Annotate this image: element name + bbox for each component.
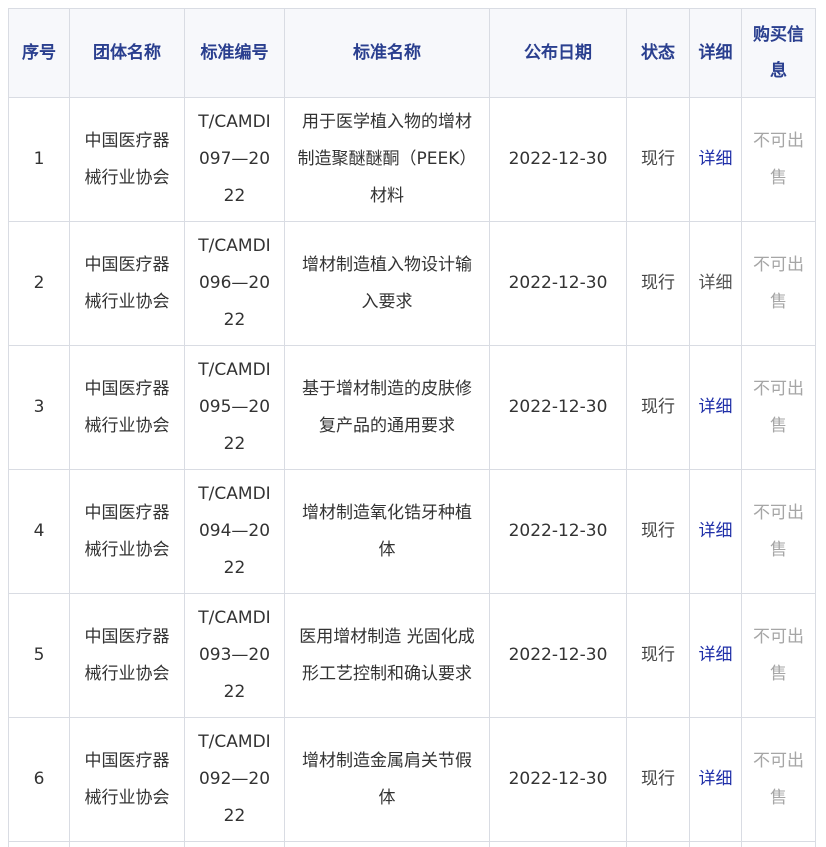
row-standard-code: T/CAMDI 097—2022 [184, 97, 285, 222]
header-index: 序号 [8, 8, 70, 98]
row-status: 现行 [626, 717, 690, 842]
header-purchase-info-label: 购买信息 [753, 25, 804, 81]
row-purchase-info-text: 不可出售 [753, 130, 804, 188]
row-purchase-info-text: 不可出售 [753, 254, 804, 312]
page: 序号 团体名称 标准编号 标准名称 公布日期 状态 详细 购买信息 1 中国医疗… [0, 0, 826, 847]
row-detail[interactable]: 详细 [689, 593, 742, 718]
row-purchase-info: 不可出售 [741, 345, 816, 470]
row-organization: 中国医疗器械行业协会 [69, 221, 185, 346]
row-standard-name: 增材制造氧化锆牙种植体 [284, 469, 490, 594]
row-standard-name-text: 基于增材制造的皮肤修复产品的通用要求 [302, 378, 472, 436]
row-publish-date: 2022-12-30 [489, 221, 627, 346]
row-index: 6 [8, 717, 70, 842]
row-status: 现行 [626, 97, 690, 222]
header-publish-date: 公布日期 [489, 8, 627, 98]
row-organization-text: 中国医疗器械行业协会 [84, 130, 170, 188]
row-organization-text: 中国医疗器械行业协会 [84, 254, 170, 312]
row-detail[interactable]: 详细 [689, 717, 742, 842]
row-standard-code: T/CAMDI 093—2022 [184, 593, 285, 718]
row-standard-name-text: 用于医学植入物的增材制造聚醚醚酮（PEEK）材料 [297, 112, 477, 206]
row-standard-name-text: 增材制造植入物设计输入要求 [302, 254, 472, 312]
row-organization: 中国医疗器械行业协会 [69, 345, 185, 470]
detail-link[interactable]: 详细 [699, 273, 733, 293]
header-detail: 详细 [689, 8, 742, 98]
row-standard-code-text: T/CAMDI 096—2022 [198, 236, 271, 330]
row-standard-code-text: T/CAMDI 092—2022 [198, 732, 271, 826]
row-organization: 中国医疗器械行业协会 [69, 717, 185, 842]
row-standard-code-text: T/CAMDI 093—2022 [198, 608, 271, 702]
row-detail[interactable]: 详细 [689, 97, 742, 222]
row-organization: 中国医疗器械行业协会 [69, 593, 185, 718]
row-standard-code-text: T/CAMDI 097—2022 [198, 112, 271, 206]
detail-link[interactable]: 详细 [699, 397, 733, 417]
row-index: 1 [8, 97, 70, 222]
row-status: 现行 [626, 345, 690, 470]
header-organization: 团体名称 [69, 8, 185, 98]
row-index: 3 [8, 345, 70, 470]
detail-link[interactable]: 详细 [699, 769, 733, 789]
detail-link[interactable]: 详细 [699, 521, 733, 541]
row-publish-date: 2022-12-30 [489, 97, 627, 222]
row-publish-date: 2022-12-30 [489, 345, 627, 470]
row-standard-code-text: T/CAMDI 094—2022 [198, 484, 271, 578]
table-row: 3 中国医疗器械行业协会 T/CAMDI 095—2022 基于增材制造的皮肤修… [8, 345, 816, 470]
row-purchase-info: 不可出售 [741, 221, 816, 346]
row-organization-text: 中国医疗器械行业协会 [84, 378, 170, 436]
table-header-row: 序号 团体名称 标准编号 标准名称 公布日期 状态 详细 购买信息 [8, 8, 816, 98]
header-standard-name: 标准名称 [284, 8, 490, 98]
row-standard-code-text: T/CAMDI 095—2022 [198, 360, 271, 454]
row-standard-code: T/CAMDI 096—2022 [184, 221, 285, 346]
standards-table: 序号 团体名称 标准编号 标准名称 公布日期 状态 详细 购买信息 1 中国医疗… [8, 8, 816, 847]
row-organization: 中国医疗器械行业协会 [69, 97, 185, 222]
table-row: 5 中国医疗器械行业协会 T/CAMDI 093—2022 医用增材制造 光固化… [8, 593, 816, 718]
row-standard-code: T/CAMDI 094—2022 [184, 469, 285, 594]
header-standard-code: 标准编号 [184, 8, 285, 98]
row-standard-name-text: 增材制造氧化锆牙种植体 [302, 502, 472, 560]
row-detail[interactable]: 详细 [689, 469, 742, 594]
table-row: 4 中国医疗器械行业协会 T/CAMDI 094—2022 增材制造氧化锆牙种植… [8, 469, 816, 594]
row-standard-name: 用于医学植入物的增材制造聚醚醚酮（PEEK）材料 [284, 97, 490, 222]
row-publish-date: 2022-12-30 [489, 717, 627, 842]
row-standard-code: T/CAMDI 095—2022 [184, 345, 285, 470]
row-purchase-info-text: 不可出售 [753, 502, 804, 560]
row-purchase-info: 不可出售 [741, 97, 816, 222]
row-purchase-info-text: 不可出售 [753, 378, 804, 436]
header-status: 状态 [626, 8, 690, 98]
row-standard-name: 医用增材制造 光固化成形工艺控制和确认要求 [284, 593, 490, 718]
table-row: 6 中国医疗器械行业协会 T/CAMDI 092—2022 增材制造金属肩关节假… [8, 717, 816, 842]
row-status: 现行 [626, 221, 690, 346]
row-publish-date: 2022-12-30 [489, 469, 627, 594]
row-index: 5 [8, 593, 70, 718]
row-status: 现行 [626, 469, 690, 594]
detail-link[interactable]: 详细 [699, 149, 733, 169]
row-standard-name-text: 医用增材制造 光固化成形工艺控制和确认要求 [299, 626, 475, 684]
row-organization-text: 中国医疗器械行业协会 [84, 750, 170, 808]
row-purchase-info: 不可出售 [741, 593, 816, 718]
table-row: 2 中国医疗器械行业协会 T/CAMDI 096—2022 增材制造植入物设计输… [8, 221, 816, 346]
row-index: 2 [8, 221, 70, 346]
row-purchase-info: 不可出售 [741, 469, 816, 594]
row-standard-code: T/CAMDI 092—2022 [184, 717, 285, 842]
row-detail[interactable]: 详细 [689, 221, 742, 346]
row-standard-name: 基于增材制造的皮肤修复产品的通用要求 [284, 345, 490, 470]
row-index: 4 [8, 469, 70, 594]
row-detail[interactable]: 详细 [689, 345, 742, 470]
row-organization: 中国医疗器械行业协会 [69, 469, 185, 594]
row-status: 现行 [626, 593, 690, 718]
row-purchase-info-text: 不可出售 [753, 626, 804, 684]
table-row: 1 中国医疗器械行业协会 T/CAMDI 097—2022 用于医学植入物的增材… [8, 97, 816, 222]
row-organization-text: 中国医疗器械行业协会 [84, 626, 170, 684]
row-publish-date: 2022-12-30 [489, 593, 627, 718]
row-standard-name: 增材制造金属肩关节假体 [284, 717, 490, 842]
row-purchase-info-text: 不可出售 [753, 750, 804, 808]
row-purchase-info: 不可出售 [741, 717, 816, 842]
table-row-partial [8, 841, 816, 847]
row-standard-name: 增材制造植入物设计输入要求 [284, 221, 490, 346]
detail-link[interactable]: 详细 [699, 645, 733, 665]
row-standard-name-text: 增材制造金属肩关节假体 [302, 750, 472, 808]
row-organization-text: 中国医疗器械行业协会 [84, 502, 170, 560]
header-purchase-info: 购买信息 [741, 8, 816, 98]
